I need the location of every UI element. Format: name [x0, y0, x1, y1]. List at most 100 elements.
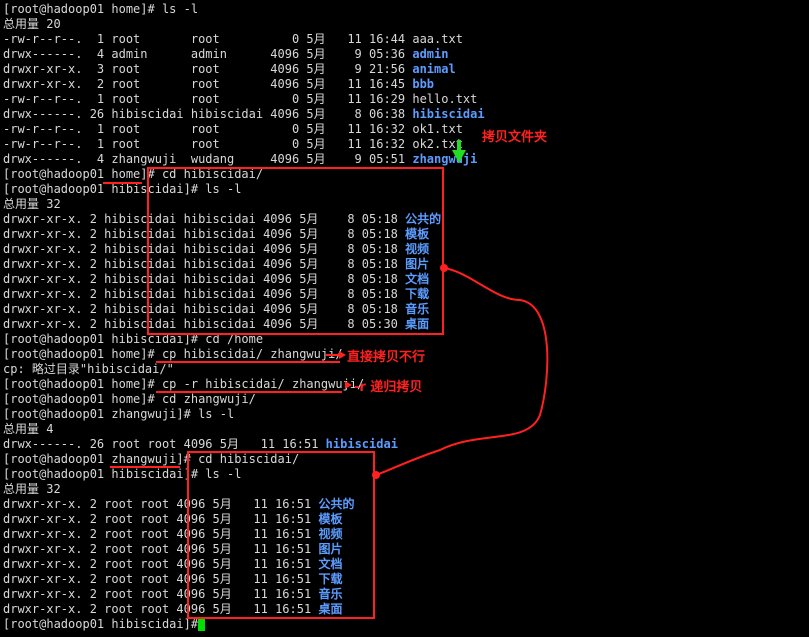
terminal-line: drwxr-xr-x. 2 root root 4096 5月 11 16:45… — [3, 77, 434, 92]
terminal-text: [root@hadoop01 home]# cp -r hibiscidai/ … — [3, 377, 365, 391]
terminal-text: [root@hadoop01 zhangwuji]# cd hibiscidai… — [3, 452, 300, 466]
directory-name: 模板 — [318, 512, 343, 526]
terminal-text: drwxr-xr-x. 2 root root 4096 5月 11 16:51 — [3, 512, 319, 526]
terminal-text: [root@hadoop01 home]# cp hibiscidai/ zha… — [3, 347, 343, 361]
directory-name: 视频 — [318, 527, 343, 541]
directory-name: admin — [412, 47, 449, 61]
terminal-text: -rw-r--r--. 1 root root 0 5月 11 16:29 he… — [3, 92, 478, 106]
terminal-line: [root@hadoop01 home]# cd hibiscidai/ — [3, 167, 263, 182]
terminal-line: drwx------. 26 hibiscidai hibiscidai 409… — [3, 107, 485, 122]
terminal-line: -rw-r--r--. 1 root root 0 5月 11 16:32 ok… — [3, 122, 463, 137]
terminal-line: drwxr-xr-x. 2 hibiscidai hibiscidai 4096… — [3, 317, 429, 332]
directory-name: 文档 — [405, 272, 430, 286]
terminal-line: drwxr-xr-x. 2 root root 4096 5月 11 16:51… — [3, 527, 342, 542]
terminal-text: 总用量 4 — [3, 422, 54, 436]
directory-name: 下载 — [405, 287, 430, 301]
directory-name: 公共的 — [405, 212, 442, 226]
directory-name: 文档 — [318, 557, 343, 571]
directory-name: 图片 — [318, 542, 343, 556]
terminal-text: cp: 略过目录"hibiscidai/" — [3, 362, 174, 376]
terminal-text: -rw-r--r--. 1 root root 0 5月 11 16:32 ok… — [3, 137, 463, 151]
terminal-line: drwxr-xr-x. 2 hibiscidai hibiscidai 4096… — [3, 212, 441, 227]
terminal-text: drwxr-xr-x. 2 root root 4096 5月 11 16:51 — [3, 572, 319, 586]
terminal-line: 总用量 32 — [3, 197, 61, 212]
terminal-line: drwxr-xr-x. 2 root root 4096 5月 11 16:51… — [3, 587, 342, 602]
directory-name: 视频 — [405, 242, 430, 256]
terminal-text: drwxr-xr-x. 2 root root 4096 5月 11 16:51 — [3, 527, 319, 541]
terminal-line: [root@hadoop01 zhangwuji]# cd hibiscidai… — [3, 452, 299, 467]
directory-name: 模板 — [405, 227, 430, 241]
terminal-text: [root@hadoop01 home]# ls -l — [3, 2, 199, 16]
directory-name: 图片 — [405, 257, 430, 271]
terminal-text: 总用量 20 — [3, 17, 61, 31]
terminal-text: drwx------. 4 zhangwuji wudang 4096 5月 9… — [3, 152, 413, 166]
terminal-line: [root@hadoop01 home]# cd zhangwuji/ — [3, 392, 256, 407]
terminal-line: 总用量 32 — [3, 482, 61, 497]
annotation-recursive-copy: -r 递归拷贝 — [354, 380, 423, 395]
directory-name: 音乐 — [405, 302, 430, 316]
terminal-line: drwxr-xr-x. 2 root root 4096 5月 11 16:51… — [3, 497, 354, 512]
terminal-line: drwx------. 4 admin admin 4096 5月 9 05:3… — [3, 47, 448, 62]
terminal-text: [root@hadoop01 hibiscidai]# — [3, 617, 206, 631]
terminal-text: [root@hadoop01 home]# cd hibiscidai/ — [3, 167, 264, 181]
terminal-line: -rw-r--r--. 1 root root 0 5月 11 16:29 he… — [3, 92, 477, 107]
terminal-line: drwxr-xr-x. 2 root root 4096 5月 11 16:51… — [3, 572, 342, 587]
directory-name: bbb — [412, 77, 435, 91]
terminal-line: drwxr-xr-x. 2 hibiscidai hibiscidai 4096… — [3, 302, 429, 317]
terminal-text: drwxr-xr-x. 2 root root 4096 5月 11 16:51 — [3, 557, 319, 571]
terminal-text: [root@hadoop01 hibiscidai]# cd /home — [3, 332, 264, 346]
directory-name: 音乐 — [318, 587, 343, 601]
terminal-text: -rw-r--r--. 1 root root 0 5月 11 16:44 aa… — [3, 32, 463, 46]
annotation-direct-copy-fails: 直接拷贝不行 — [347, 350, 426, 365]
terminal-text: 总用量 32 — [3, 482, 61, 496]
terminal-line: drwxr-xr-x. 3 root root 4096 5月 9 21:56 … — [3, 62, 456, 77]
terminal-line: drwxr-xr-x. 2 root root 4096 5月 11 16:51… — [3, 542, 342, 557]
terminal-text: drwxr-xr-x. 2 root root 4096 5月 11 16:51 — [3, 497, 319, 511]
terminal-line: 总用量 20 — [3, 17, 61, 32]
terminal-text: drwxr-xr-x. 3 root root 4096 5月 9 21:56 — [3, 62, 413, 76]
terminal-text: -rw-r--r--. 1 root root 0 5月 11 16:32 ok… — [3, 122, 463, 136]
directory-name: zhangwuji — [412, 152, 478, 166]
terminal-text: drwxr-xr-x. 2 hibiscidai hibiscidai 4096… — [3, 287, 406, 301]
annotation-copy-folder: 拷贝文件夹 — [482, 130, 548, 145]
cursor — [198, 619, 205, 631]
terminal-text: [root@hadoop01 hibiscidai]# ls -l — [3, 182, 242, 196]
terminal-text: drwx------. 26 hibiscidai hibiscidai 409… — [3, 107, 413, 121]
terminal-line: drwxr-xr-x. 2 hibiscidai hibiscidai 4096… — [3, 227, 429, 242]
terminal-text: drwxr-xr-x. 2 root root 4096 5月 11 16:45 — [3, 77, 413, 91]
terminal-line: -rw-r--r--. 1 root root 0 5月 11 16:32 ok… — [3, 137, 463, 152]
directory-name: animal — [412, 62, 456, 76]
terminal-line: drwxr-xr-x. 2 root root 4096 5月 11 16:51… — [3, 512, 342, 527]
terminal-line: [root@hadoop01 hibiscidai]# ls -l — [3, 467, 241, 482]
terminal-line: drwxr-xr-x. 2 hibiscidai hibiscidai 4096… — [3, 272, 429, 287]
terminal-text: drwxr-xr-x. 2 hibiscidai hibiscidai 4096… — [3, 227, 406, 241]
terminal-line: drwxr-xr-x. 2 root root 4096 5月 11 16:51… — [3, 602, 342, 617]
directory-name: 桌面 — [318, 602, 343, 616]
terminal-line: drwxr-xr-x. 2 root root 4096 5月 11 16:51… — [3, 557, 342, 572]
terminal-text: drwxr-xr-x. 2 hibiscidai hibiscidai 4096… — [3, 302, 406, 316]
terminal-line: [root@hadoop01 home]# cp hibiscidai/ zha… — [3, 347, 343, 362]
directory-name: hibiscidai — [412, 107, 485, 121]
terminal-line: cp: 略过目录"hibiscidai/" — [3, 362, 174, 377]
directory-name: 公共的 — [318, 497, 355, 511]
terminal-text: drwxr-xr-x. 2 hibiscidai hibiscidai 4096… — [3, 317, 406, 331]
terminal-line: drwx------. 26 root root 4096 5月 11 16:5… — [3, 437, 398, 452]
directory-name: 下载 — [318, 572, 343, 586]
terminal-line: -rw-r--r--. 1 root root 0 5月 11 16:44 aa… — [3, 32, 463, 47]
terminal-text: drwx------. 26 root root 4096 5月 11 16:5… — [3, 437, 326, 451]
terminal-text: drwxr-xr-x. 2 hibiscidai hibiscidai 4096… — [3, 212, 406, 226]
terminal-line: [root@hadoop01 zhangwuji]# ls -l — [3, 407, 234, 422]
terminal-output[interactable]: [root@hadoop01 home]# ls -l 总用量 20 -rw-r--… — [0, 0, 809, 637]
terminal-line: drwxr-xr-x. 2 hibiscidai hibiscidai 4096… — [3, 242, 429, 257]
terminal-text: drwx------. 4 admin admin 4096 5月 9 05:3… — [3, 47, 413, 61]
terminal-line: 总用量 4 — [3, 422, 53, 437]
terminal-text: drwxr-xr-x. 2 hibiscidai hibiscidai 4096… — [3, 272, 406, 286]
terminal-text: 总用量 32 — [3, 197, 61, 211]
terminal-text: [root@hadoop01 zhangwuji]# ls -l — [3, 407, 235, 421]
terminal-text: drwxr-xr-x. 2 root root 4096 5月 11 16:51 — [3, 602, 319, 616]
terminal-line: drwx------. 4 zhangwuji wudang 4096 5月 9… — [3, 152, 477, 167]
terminal-text: drwxr-xr-x. 2 hibiscidai hibiscidai 4096… — [3, 257, 406, 271]
terminal-text: drwxr-xr-x. 2 root root 4096 5月 11 16:51 — [3, 587, 319, 601]
terminal-line: [root@hadoop01 home]# ls -l — [3, 2, 198, 17]
directory-name: 桌面 — [405, 317, 430, 331]
